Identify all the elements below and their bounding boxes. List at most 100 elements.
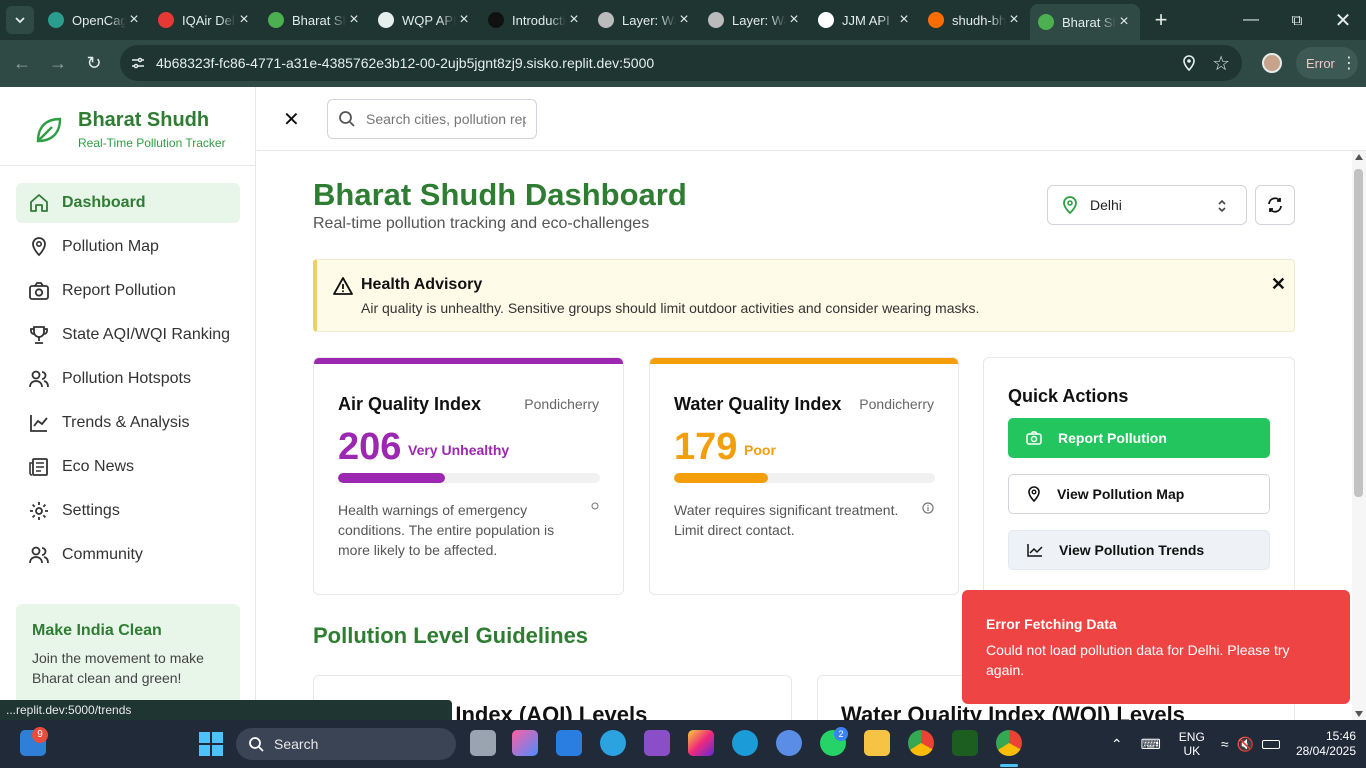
chevron-up-icon[interactable]: ⌃ (1111, 736, 1123, 753)
browser-tab[interactable]: Layer: Water× (700, 4, 810, 36)
scroll-down-arrow[interactable] (1355, 711, 1363, 717)
browser-tab[interactable]: Bharat Shudh× (1030, 4, 1140, 40)
browser-tab[interactable]: shudh-bharat× (920, 4, 1030, 36)
wqi-location: Pondicherry (859, 396, 934, 412)
view-pollution-map-button[interactable]: View Pollution Map (1008, 474, 1270, 514)
sidebar-item-dashboard[interactable]: Dashboard (16, 183, 240, 223)
trophy-icon (30, 326, 48, 344)
browser-tab[interactable]: OpenCage× (40, 4, 150, 36)
close-tab-icon[interactable]: × (456, 11, 472, 29)
close-tab-icon[interactable]: × (896, 11, 912, 29)
reload-button[interactable]: ↻ (76, 53, 112, 74)
tab-favicon-icon (378, 12, 394, 28)
store-icon[interactable] (556, 730, 582, 756)
language-indicator[interactable]: ENG UK (1179, 730, 1205, 758)
sidebar-item-report-pollution[interactable]: Report Pollution (16, 271, 240, 311)
sidebar-item-label: Pollution Hotspots (62, 370, 191, 387)
battery-icon[interactable] (1261, 739, 1280, 749)
info-icon[interactable] (922, 502, 934, 514)
sync-icon[interactable] (776, 730, 802, 756)
close-tab-icon[interactable]: × (346, 11, 362, 29)
close-sidebar-button[interactable]: ✕ (283, 107, 300, 132)
browser-toolbar: ← → ↻ 4b68323f-fc86-4771-a31e-4385762e3b… (0, 40, 1366, 87)
close-tab-icon[interactable]: × (126, 11, 142, 29)
windows-start-icon[interactable] (199, 732, 223, 756)
instagram-icon[interactable] (688, 730, 714, 756)
aqi-card: Air Quality Index Pondicherry 206 Very U… (313, 357, 624, 595)
maximize-button[interactable]: ⧉ (1274, 12, 1320, 29)
refresh-button[interactable] (1255, 185, 1295, 225)
minimize-button[interactable]: — (1228, 11, 1274, 29)
search-input[interactable] (366, 111, 526, 127)
browser-tab[interactable]: IQAir Delhi× (150, 4, 260, 36)
chrome-icon[interactable] (908, 730, 934, 756)
top-header: ✕ (257, 87, 1366, 151)
close-tab-icon[interactable]: × (676, 11, 692, 29)
tab-favicon-icon (1038, 14, 1054, 30)
sidebar-item-label: Trends & Analysis (62, 414, 190, 431)
close-tab-icon[interactable]: × (1116, 13, 1132, 31)
page-scrollbar[interactable] (1352, 151, 1366, 720)
promo-text: Join the movement to make Bharat clean a… (32, 650, 204, 686)
close-window-button[interactable]: ✕ (1320, 8, 1366, 33)
address-bar[interactable]: 4b68323f-fc86-4771-a31e-4385762e3b12-00-… (120, 45, 1242, 81)
clock[interactable]: 15:46 28/04/2025 (1296, 729, 1356, 759)
close-tab-icon[interactable]: × (566, 11, 582, 29)
scroll-up-arrow[interactable] (1355, 154, 1363, 160)
error-toast[interactable]: Error Fetching Data Could not load pollu… (962, 590, 1350, 704)
copilot-icon[interactable] (512, 730, 538, 756)
tab-title: Bharat Shudh (292, 12, 346, 28)
speaker-muted-icon[interactable]: 🔇 (1237, 736, 1254, 753)
sidebar-item-eco-news[interactable]: Eco News (16, 447, 240, 487)
back-button[interactable]: ← (4, 53, 40, 74)
profile-avatar[interactable] (1262, 53, 1282, 73)
view-pollution-trends-button[interactable]: View Pollution Trends (1008, 530, 1270, 570)
sidebar-item-state-aqi-wqi-ranking[interactable]: State AQI/WQI Ranking (16, 315, 240, 355)
wqi-accent-bar (650, 358, 958, 364)
promo-card: Make India Clean Join the movement to ma… (16, 604, 240, 714)
browser-tab[interactable]: Introduction× (480, 4, 590, 36)
browser-tab[interactable]: Bharat Shudh× (260, 4, 370, 36)
sidebar-item-trends-analysis[interactable]: Trends & Analysis (16, 403, 240, 443)
aqi-title: Air Quality Index (338, 394, 482, 414)
clapper-icon[interactable] (644, 730, 670, 756)
wifi-icon[interactable]: ≈ (1221, 736, 1229, 752)
telegram-icon[interactable] (600, 730, 626, 756)
close-tab-icon[interactable]: × (786, 11, 802, 29)
sidebar-item-pollution-hotspots[interactable]: Pollution Hotspots (16, 359, 240, 399)
sidebar-item-settings[interactable]: Settings (16, 491, 240, 531)
search-box[interactable] (327, 99, 537, 139)
scrollbar-thumb[interactable] (1354, 169, 1363, 497)
chrome-profile-icon[interactable] (996, 730, 1022, 756)
terminal-icon[interactable] (952, 730, 978, 756)
warning-icon (333, 277, 353, 295)
sidebar-item-community[interactable]: Community (16, 535, 240, 575)
new-tab-button[interactable]: + (1146, 7, 1176, 33)
taskbar-search[interactable]: Search (236, 728, 456, 760)
site-info-icon[interactable] (130, 55, 146, 71)
browser-tab[interactable]: WQP API × (370, 4, 480, 36)
task-view-icon[interactable] (470, 730, 496, 756)
city-select[interactable]: Delhi (1047, 185, 1247, 225)
error-button[interactable]: Error ⋮ (1296, 47, 1358, 79)
browser-tab[interactable]: JJM API × (810, 4, 920, 36)
star-icon[interactable]: ☆ (1212, 51, 1230, 76)
keyboard-icon[interactable]: ⌨ (1141, 736, 1161, 753)
info-icon[interactable] (591, 502, 599, 510)
file-explorer-icon[interactable] (864, 730, 890, 756)
wqi-title: Water Quality Index (674, 394, 842, 414)
tab-search-button[interactable] (6, 6, 34, 34)
close-tab-icon[interactable]: × (236, 11, 252, 29)
forward-button[interactable]: → (40, 53, 76, 74)
report-pollution-button[interactable]: Report Pollution (1008, 418, 1270, 458)
edge-icon[interactable] (732, 730, 758, 756)
toast-text: Could not load pollution data for Delhi.… (986, 642, 1290, 678)
location-icon[interactable] (1180, 54, 1198, 72)
tab-favicon-icon (818, 12, 834, 28)
close-advisory-button[interactable]: ✕ (1271, 274, 1286, 295)
sidebar-item-pollution-map[interactable]: Pollution Map (16, 227, 240, 267)
browser-tab[interactable]: Layer: Water× (590, 4, 700, 36)
status-bar-link: ...replit.dev:5000/trends (0, 700, 452, 720)
brand-logo[interactable]: Bharat Shudh Real-Time Pollution Tracker (32, 109, 226, 150)
close-tab-icon[interactable]: × (1006, 11, 1022, 29)
